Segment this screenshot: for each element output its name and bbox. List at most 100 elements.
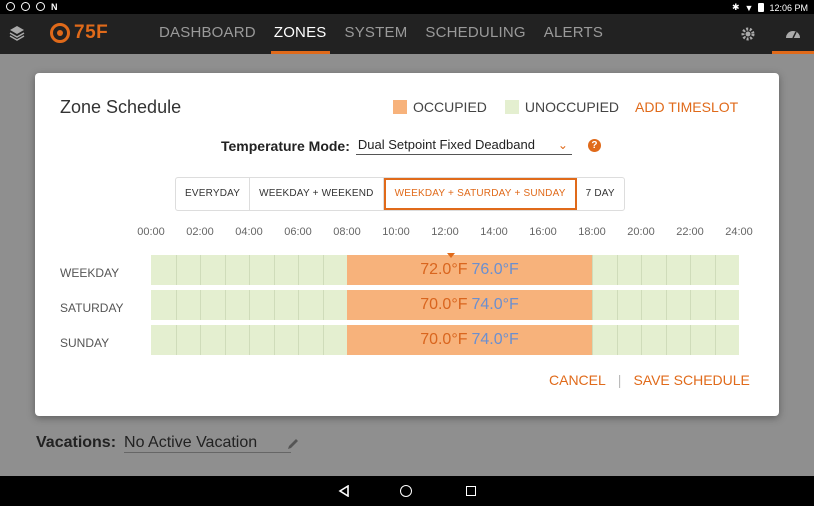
occupied-timeslot[interactable]: 70.0°F 74.0°F [347, 325, 592, 355]
hour-gridline [641, 325, 642, 355]
app-logo: 75F [50, 22, 108, 44]
pencil-icon[interactable] [286, 437, 300, 451]
gauge-icon [786, 31, 800, 39]
occupied-timeslot[interactable]: 70.0°F 74.0°F [347, 290, 592, 320]
hour-gridline [714, 290, 716, 320]
hour-gridline [249, 325, 250, 355]
hour-gridline [298, 255, 299, 285]
hour-gridline [616, 325, 618, 355]
hour-gridline [175, 325, 177, 355]
hour-gridline [641, 255, 642, 285]
heating-setpoint: 70.0°F [420, 296, 468, 313]
day-label: SATURDAY [60, 301, 124, 315]
hour-gridline [592, 255, 593, 285]
schedule-grid: 00:00 02:00 04:00 06:00 08:00 10:00 12:00 14:00… [35, 73, 779, 416]
hour-gridline [273, 255, 275, 285]
hour-gridline [665, 255, 667, 285]
hour-gridline [690, 290, 691, 320]
hour-gridline [200, 325, 201, 355]
hour-gridline [714, 255, 716, 285]
hour-gridline [665, 325, 667, 355]
actions-separator: | [617, 372, 622, 388]
time-label: 22:00 [676, 226, 704, 238]
hour-gridline [249, 290, 250, 320]
home-icon[interactable] [400, 485, 412, 497]
hour-gridline [616, 290, 618, 320]
dialog-actions: CANCEL | SAVE SCHEDULE [549, 372, 750, 388]
cancel-button[interactable]: CANCEL [549, 372, 606, 388]
gear-icon[interactable] [740, 26, 756, 42]
recents-icon[interactable] [466, 486, 476, 496]
hour-gridline [322, 325, 324, 355]
android-nav-bar [0, 476, 814, 506]
vacations-value[interactable]: No Active Vacation [124, 434, 292, 453]
nav-zones[interactable]: ZONES [265, 14, 336, 54]
hour-gridline [298, 325, 299, 355]
hour-gridline [273, 290, 275, 320]
time-label: 00:00 [137, 226, 165, 238]
hour-gridline [224, 290, 226, 320]
day-label: WEEKDAY [60, 266, 120, 280]
notification-icon [6, 2, 15, 11]
heating-setpoint: 72.0°F [420, 261, 468, 278]
cooling-setpoint: 74.0°F [471, 296, 519, 313]
wifi-icon: ▼ [744, 2, 754, 13]
status-bar: N ✱ ▼ 12:06 PM [0, 0, 814, 14]
hour-gridline [592, 325, 593, 355]
time-label: 02:00 [186, 226, 214, 238]
time-label: 24:00 [725, 226, 753, 238]
top-nav: 75F DASHBOARD ZONES SYSTEM SCHEDULING AL… [0, 14, 814, 54]
time-label: 18:00 [578, 226, 606, 238]
hour-gridline [298, 290, 299, 320]
hour-gridline [175, 290, 177, 320]
time-label: 10:00 [382, 226, 410, 238]
nav-dashboard[interactable]: DASHBOARD [150, 14, 265, 54]
hour-gridline [249, 255, 250, 285]
layers-icon[interactable] [9, 25, 25, 41]
time-label: 16:00 [529, 226, 557, 238]
sync-icon [21, 2, 30, 11]
occupied-timeslot[interactable]: 72.0°F 76.0°F [347, 255, 592, 285]
nav-alerts[interactable]: ALERTS [535, 14, 612, 54]
time-label: 14:00 [480, 226, 508, 238]
bluetooth-icon: ✱ [732, 2, 740, 12]
time-label: 06:00 [284, 226, 312, 238]
hour-gridline [690, 255, 691, 285]
refresh-icon [36, 2, 45, 11]
time-label: 12:00 [431, 226, 459, 238]
time-label: 04:00 [235, 226, 263, 238]
hour-gridline [322, 290, 324, 320]
back-icon[interactable] [338, 485, 350, 497]
hour-gridline [224, 325, 226, 355]
hour-gridline [641, 290, 642, 320]
logo-icon [50, 23, 70, 43]
logo-text: 75F [74, 22, 109, 43]
status-time: 12:06 PM [769, 2, 808, 13]
day-label: SUNDAY [60, 336, 110, 350]
hour-gridline [273, 325, 275, 355]
cooling-setpoint: 74.0°F [471, 331, 519, 348]
hour-gridline [224, 255, 226, 285]
hour-gridline [322, 255, 324, 285]
nav-system[interactable]: SYSTEM [336, 14, 417, 54]
save-schedule-button[interactable]: SAVE SCHEDULE [633, 372, 749, 388]
n-icon: N [51, 2, 58, 12]
hour-gridline [592, 290, 593, 320]
zone-schedule-dialog: Zone Schedule OCCUPIED UNOCCUPIED ADD TI… [35, 73, 779, 416]
hour-gridline [714, 325, 716, 355]
dashboard-gauge-tab[interactable] [772, 14, 814, 54]
hour-gridline [665, 290, 667, 320]
battery-icon [758, 3, 765, 12]
cooling-setpoint: 76.0°F [471, 261, 519, 278]
hour-gridline [175, 255, 177, 285]
vacations-row: Vacations: No Active Vacation [36, 434, 292, 453]
hour-gridline [690, 325, 691, 355]
time-label: 08:00 [333, 226, 361, 238]
hour-gridline [200, 290, 201, 320]
nav-scheduling[interactable]: SCHEDULING [416, 14, 534, 54]
hour-gridline [200, 255, 201, 285]
hour-gridline [616, 255, 618, 285]
time-label: 20:00 [627, 226, 655, 238]
current-time-marker [447, 253, 455, 258]
heating-setpoint: 70.0°F [420, 331, 468, 348]
